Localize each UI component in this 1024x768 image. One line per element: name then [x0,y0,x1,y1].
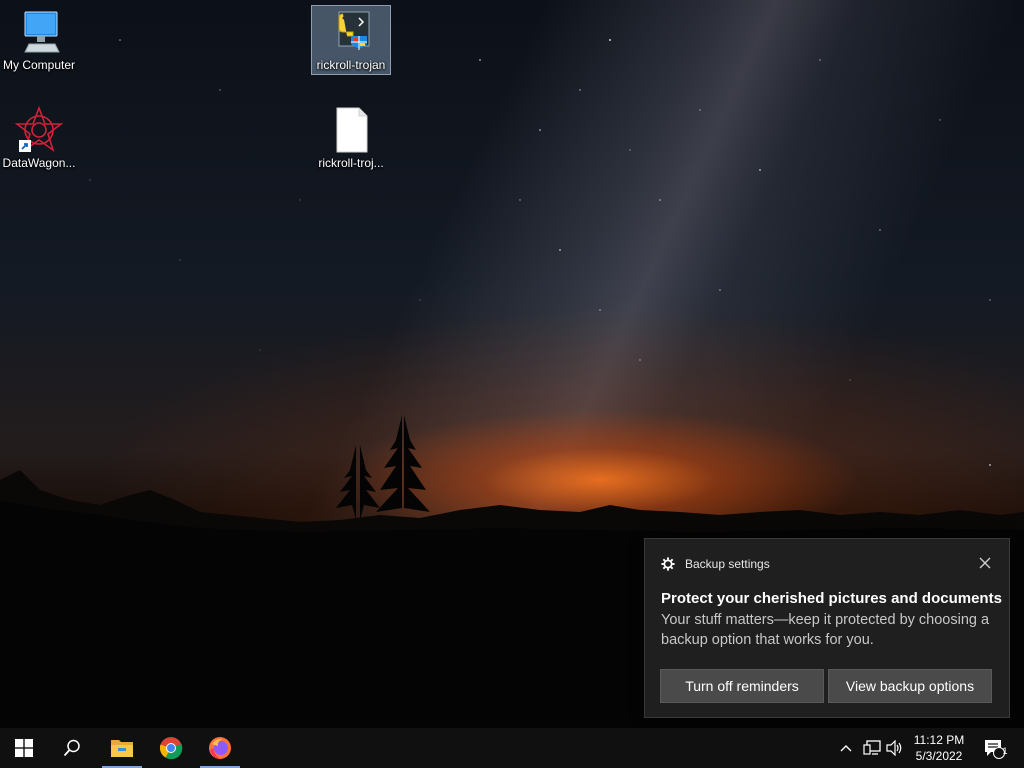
chrome-icon [159,737,183,760]
search-icon [63,739,80,757]
firefox-icon [209,737,231,759]
chevron-up-icon [840,745,852,752]
python-installer-icon [327,8,375,56]
taskbar-chrome[interactable] [147,728,195,768]
start-icon [15,739,33,757]
toast-title: Protect your cherished pictures and docu… [661,590,1002,607]
network-icon [863,740,881,755]
notification-count-badge: 1 [1002,746,1008,756]
blank-file-icon [327,106,375,154]
taskbar-clock[interactable]: 11:12 PM 5/3/2022 [906,732,972,764]
clock-time: 11:12 PM [913,733,965,747]
turn-off-reminders-button[interactable]: Turn off reminders [660,669,824,703]
start-button[interactable] [0,728,48,768]
volume-icon [886,740,902,756]
gear-icon [661,557,675,571]
close-icon[interactable] [977,555,993,571]
desktop-icon-label: rickroll-trojan [316,58,386,72]
volume-tray-button[interactable] [884,728,906,768]
desktop-icon-rickroll-trojan-exe[interactable]: rickroll-trojan [311,5,391,75]
show-hidden-icons-button[interactable] [836,728,856,768]
desktop-icon-label: My Computer [2,58,76,72]
desktop-icon-my-computer[interactable]: My Computer [0,8,78,72]
toast-header: Backup settings [661,557,770,571]
taskbar-firefox[interactable] [196,728,244,768]
taskbar: 11:12 PM 5/3/2022 1 [0,728,1024,768]
file-explorer-icon [111,740,133,757]
backup-toast-notification[interactable]: Backup settings Protect your cherished p… [644,538,1010,718]
search-button[interactable] [48,728,96,768]
computer-icon [15,8,63,56]
taskbar-file-explorer[interactable] [98,728,146,768]
network-tray-button[interactable] [860,728,884,768]
desktop-icon-rickroll-trojan-file[interactable]: rickroll-troj... [312,106,390,170]
toast-app-name: Backup settings [685,557,770,571]
action-center-button[interactable]: 1 [978,728,1010,768]
desktop-icon-label: rickroll-troj... [318,156,384,170]
desktop-icon-label: DataWagon... [2,156,76,170]
toast-body: Your stuff matters—keep it protected by … [661,612,990,648]
datawagon-shortcut-icon [14,105,64,154]
view-backup-options-button[interactable]: View backup options [828,669,992,703]
clock-date: 5/3/2022 [915,749,963,763]
desktop-icon-datawagon[interactable]: DataWagon... [0,105,78,170]
